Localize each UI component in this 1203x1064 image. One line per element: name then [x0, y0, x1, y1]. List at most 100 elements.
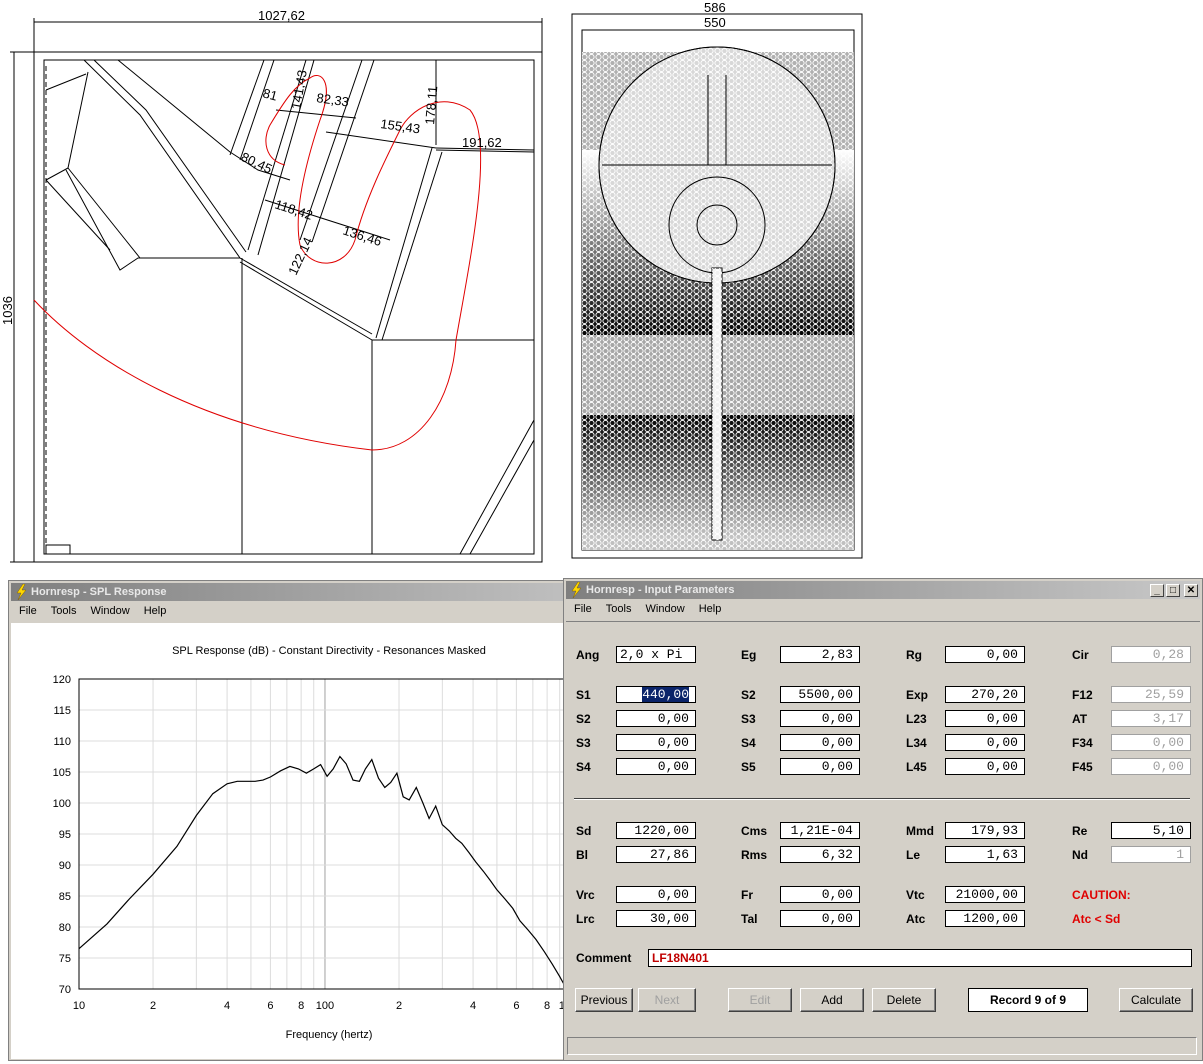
- field-tal[interactable]: 0,00: [780, 910, 860, 927]
- dim-label-4: 178,11: [422, 85, 440, 125]
- field-vrc[interactable]: 0,00: [616, 886, 696, 903]
- delete-button[interactable]: Delete: [872, 988, 936, 1012]
- spl-menu-help[interactable]: Help: [144, 605, 167, 617]
- field-cms[interactable]: 1,21E-04: [780, 822, 860, 839]
- x-tick-label: 2: [396, 1000, 402, 1012]
- chart-title: SPL Response (dB) - Constant Directivity…: [172, 645, 486, 657]
- x-tick-label: 4: [224, 1000, 230, 1012]
- spl-window-title: Hornresp - SPL Response: [31, 586, 167, 598]
- calculate-button[interactable]: Calculate: [1119, 988, 1193, 1012]
- field-l45[interactable]: 0,00: [945, 758, 1025, 775]
- label-s2-row2: S2: [576, 712, 591, 726]
- label-mmd: Mmd: [906, 824, 934, 838]
- horn-cross-section-drawing: 1027,62 1036 81 141,43 82,33 178,11 155,…: [0, 8, 543, 563]
- field-vtc[interactable]: 21000,00: [945, 886, 1025, 903]
- label-s5: S5: [741, 760, 756, 774]
- field-f45: 0,00: [1111, 758, 1191, 775]
- x-tick-label: 2: [150, 1000, 156, 1012]
- field-atc[interactable]: 1200,00: [945, 910, 1025, 927]
- close-button[interactable]: ✕: [1184, 584, 1198, 597]
- label-s3-row3: S3: [576, 736, 591, 750]
- edit-button[interactable]: Edit: [728, 988, 792, 1012]
- params-menubar: File Tools Window Help: [566, 600, 1200, 618]
- y-tick-label: 115: [53, 705, 71, 717]
- y-tick-label: 110: [53, 736, 71, 748]
- label-fr: Fr: [741, 888, 753, 902]
- field-le[interactable]: 1,63: [945, 846, 1025, 863]
- label-comment: Comment: [576, 951, 632, 965]
- spl-menu-window[interactable]: Window: [91, 605, 130, 617]
- next-button[interactable]: Next: [638, 988, 696, 1012]
- label-sd: Sd: [576, 824, 592, 838]
- dim-label-5: 155,43: [380, 116, 421, 136]
- x-tick-label: 6: [513, 1000, 519, 1012]
- maximize-button[interactable]: □: [1166, 584, 1180, 597]
- field-cir: 0,28: [1111, 646, 1191, 663]
- spl-menu-file[interactable]: File: [19, 605, 37, 617]
- params-window-titlebar[interactable]: Hornresp - Input Parameters _ □ ✕: [566, 581, 1200, 599]
- dim-outer-width: 586: [704, 0, 726, 15]
- add-button[interactable]: Add: [800, 988, 864, 1012]
- hornresp-bolt-icon: [16, 584, 27, 600]
- field-s1[interactable]: 440,00: [616, 686, 696, 703]
- label-atc: Atc: [906, 912, 926, 926]
- label-ang: Ang: [576, 648, 600, 662]
- label-cms: Cms: [741, 824, 768, 838]
- y-tick-label: 105: [53, 767, 71, 779]
- y-tick-label: 75: [59, 953, 71, 965]
- params-menu-tools[interactable]: Tools: [606, 603, 632, 615]
- previous-button[interactable]: Previous: [575, 988, 633, 1012]
- y-tick-label: 80: [59, 922, 71, 934]
- field-s4-row3[interactable]: 0,00: [780, 734, 860, 751]
- label-cir: Cir: [1072, 648, 1089, 662]
- field-s3-row3[interactable]: 0,00: [616, 734, 696, 751]
- label-l34: L34: [906, 736, 927, 750]
- field-l34[interactable]: 0,00: [945, 734, 1025, 751]
- caution-title: CAUTION:: [1072, 888, 1131, 902]
- field-s5[interactable]: 0,00: [780, 758, 860, 775]
- dim-inner-width: 550: [704, 15, 726, 30]
- status-bar: [567, 1037, 1197, 1055]
- minimize-button[interactable]: _: [1150, 584, 1164, 597]
- field-exp[interactable]: 270,20: [945, 686, 1025, 703]
- dim-width: 1027,62: [258, 8, 305, 23]
- field-sd[interactable]: 1220,00: [616, 822, 696, 839]
- label-rg: Rg: [906, 648, 922, 662]
- spl-response-window: Hornresp - SPL Response File Tools Windo…: [8, 580, 648, 1061]
- field-s3-row2[interactable]: 0,00: [780, 710, 860, 727]
- field-ang[interactable]: 2,0 x Pi: [616, 646, 696, 663]
- field-s4-row4[interactable]: 0,00: [616, 758, 696, 775]
- field-eg[interactable]: 2,83: [780, 646, 860, 663]
- label-s4-row3: S4: [741, 736, 756, 750]
- dim-label-6: 191,62: [462, 135, 502, 150]
- field-mmd[interactable]: 179,93: [945, 822, 1025, 839]
- field-rms[interactable]: 6,32: [780, 846, 860, 863]
- spl-window-titlebar[interactable]: Hornresp - SPL Response: [11, 583, 645, 601]
- params-menu-file[interactable]: File: [574, 603, 592, 615]
- field-l23[interactable]: 0,00: [945, 710, 1025, 727]
- field-lrc[interactable]: 30,00: [616, 910, 696, 927]
- y-tick-label: 95: [59, 829, 71, 841]
- label-at: AT: [1072, 712, 1088, 726]
- field-fr[interactable]: 0,00: [780, 886, 860, 903]
- x-tick-label: 8: [298, 1000, 304, 1012]
- label-rms: Rms: [741, 848, 768, 862]
- field-bl[interactable]: 27,86: [616, 846, 696, 863]
- comment-field[interactable]: LF18N401: [648, 949, 1192, 967]
- field-re[interactable]: 5,10: [1111, 822, 1191, 839]
- dim-label-1: 81: [261, 85, 279, 103]
- y-tick-label: 70: [59, 984, 71, 996]
- label-s4-row4: S4: [576, 760, 591, 774]
- params-menu-help[interactable]: Help: [699, 603, 722, 615]
- spl-menu-tools[interactable]: Tools: [51, 605, 77, 617]
- field-rg[interactable]: 0,00: [945, 646, 1025, 663]
- input-parameters-window: Hornresp - Input Parameters _ □ ✕ File T…: [563, 578, 1203, 1061]
- field-s2[interactable]: 5500,00: [780, 686, 860, 703]
- params-menu-window[interactable]: Window: [646, 603, 685, 615]
- caution-text: Atc < Sd: [1072, 912, 1121, 926]
- x-tick-label: 8: [544, 1000, 550, 1012]
- label-f12: F12: [1072, 688, 1093, 702]
- dim-label-8: 118,42: [273, 197, 315, 223]
- chart-xlabel: Frequency (hertz): [286, 1029, 373, 1041]
- field-s2-row2[interactable]: 0,00: [616, 710, 696, 727]
